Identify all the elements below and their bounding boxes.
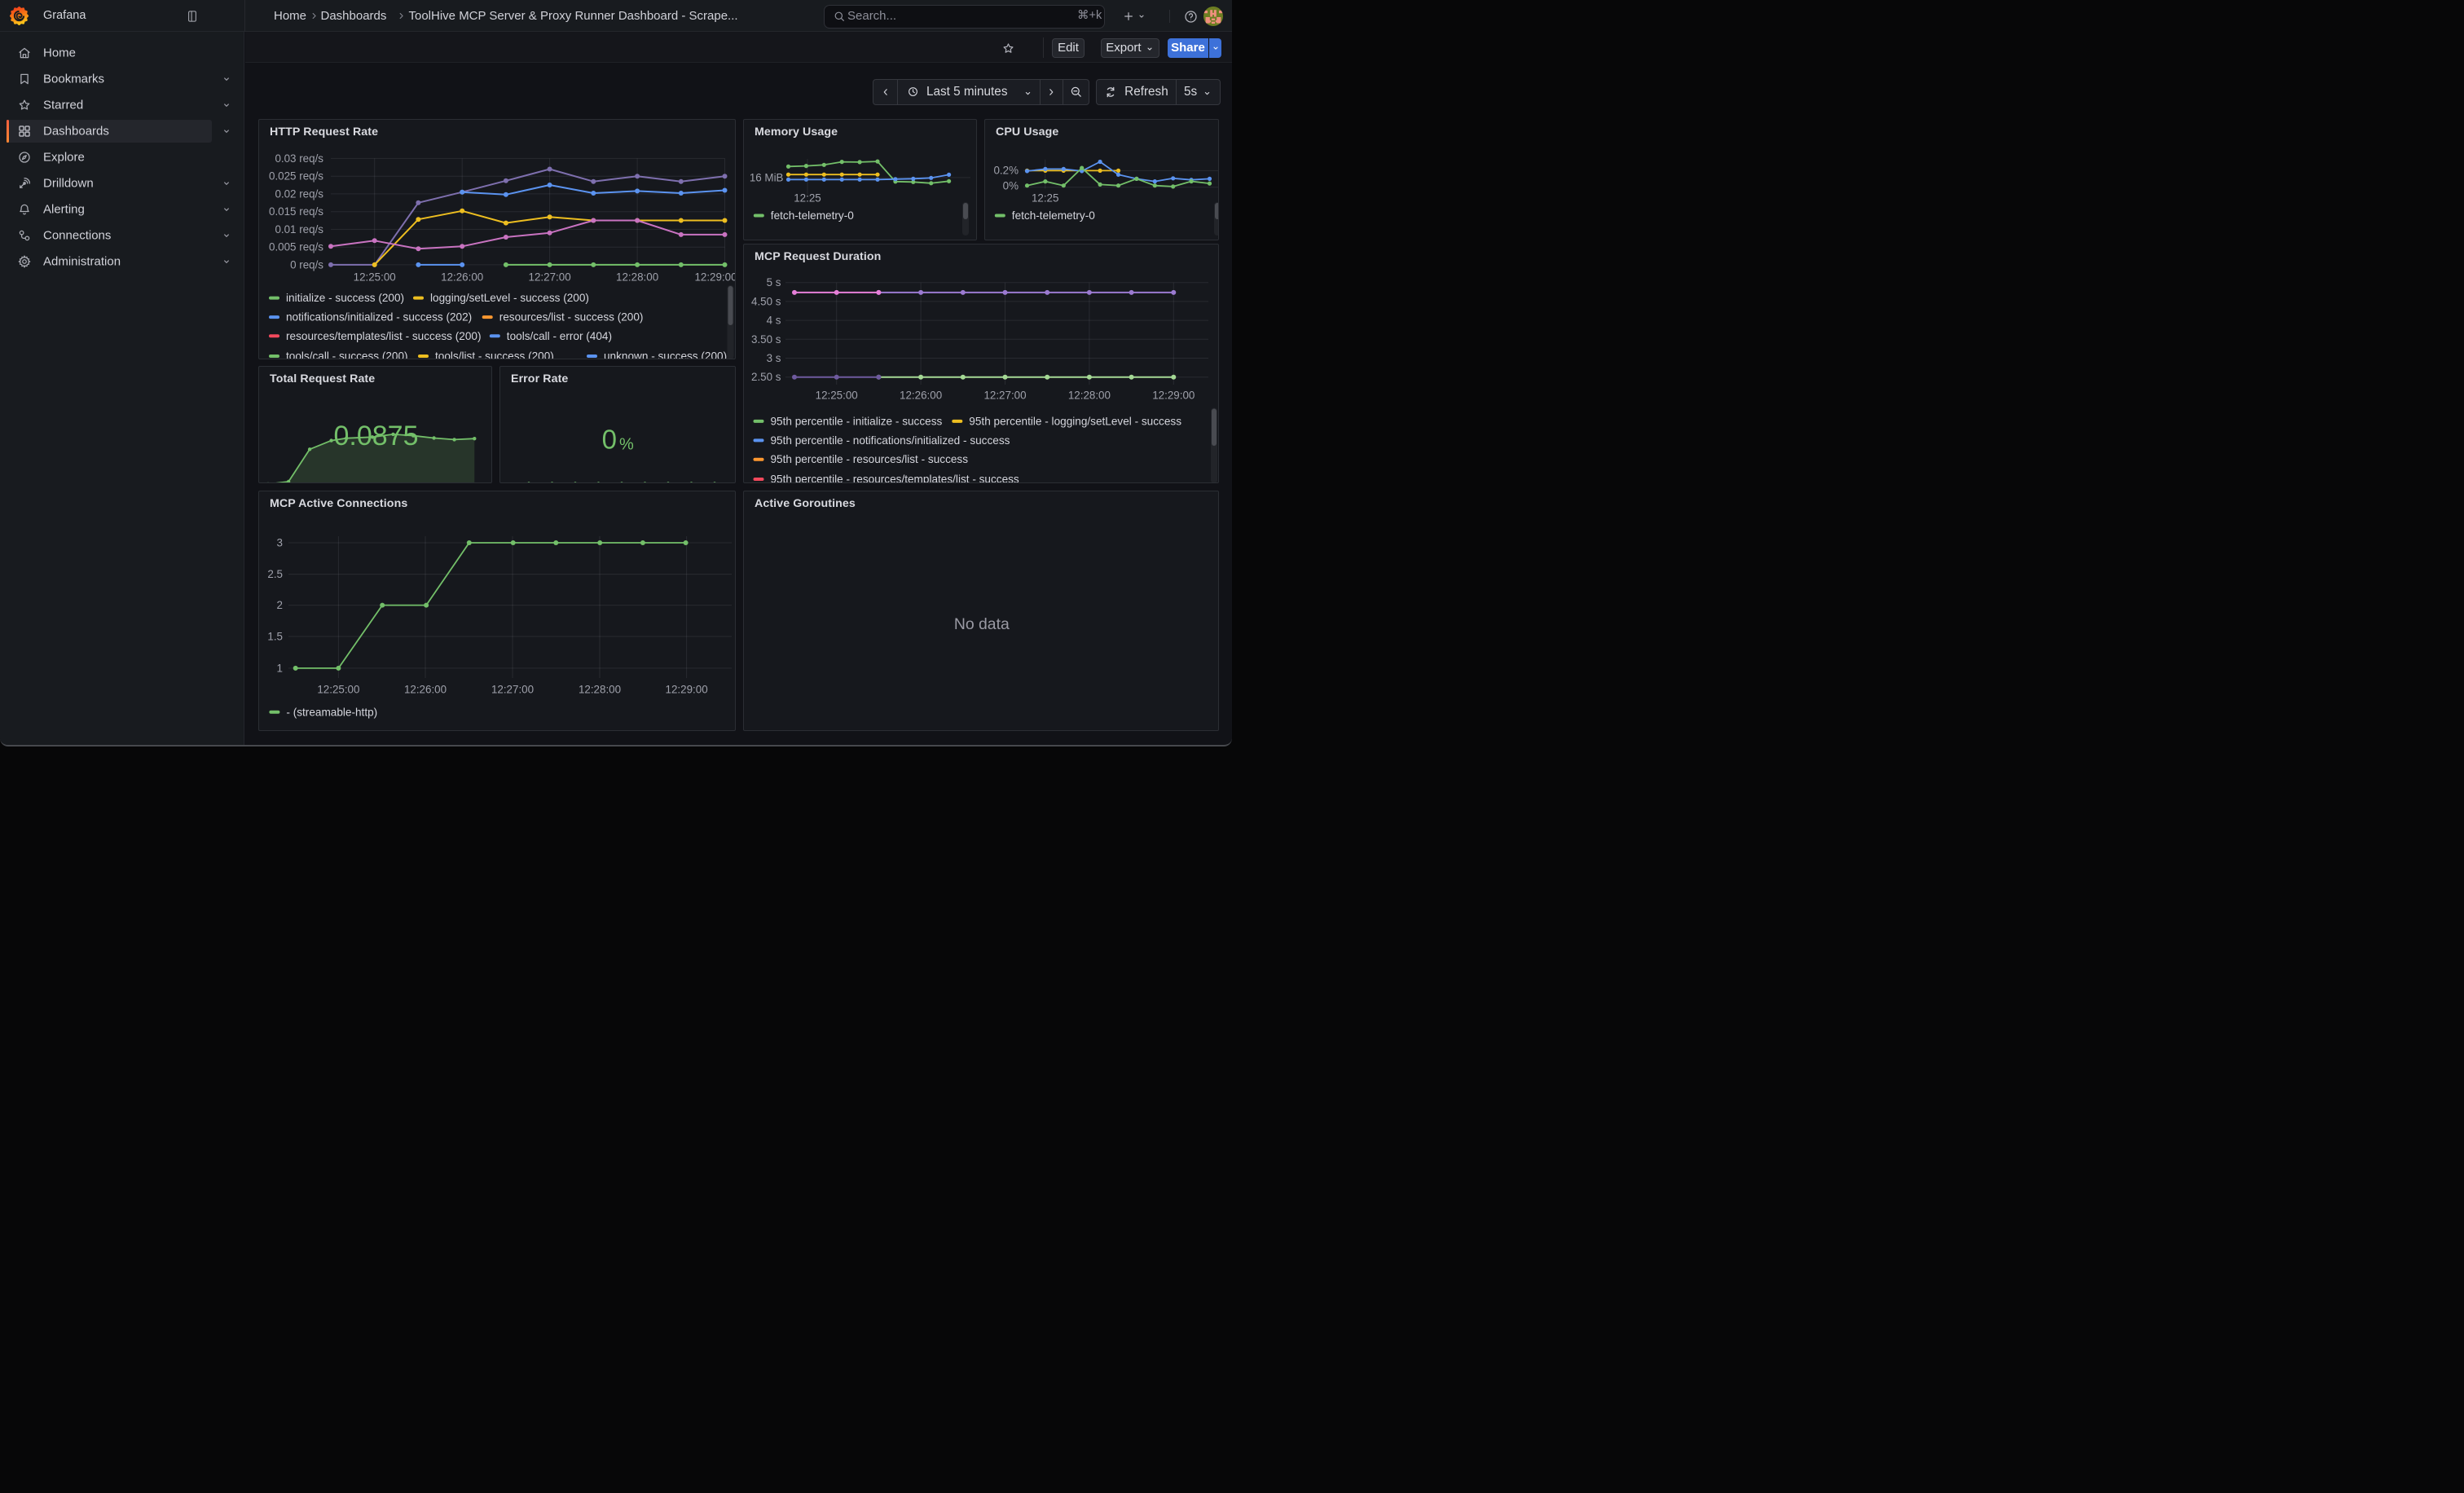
svg-text:No data: No data xyxy=(954,615,1010,633)
svg-text:unknown - success (200): unknown - success (200) xyxy=(604,350,727,359)
svg-text:resources/list - success (200): resources/list - success (200) xyxy=(499,310,644,323)
svg-text:3.50 s: 3.50 s xyxy=(751,333,781,345)
svg-text:1.5: 1.5 xyxy=(267,631,283,643)
svg-text:2: 2 xyxy=(277,599,283,611)
svg-text:95th percentile - initialize -: 95th percentile - initialize - success xyxy=(771,415,943,427)
svg-text:12:25:00: 12:25:00 xyxy=(354,271,396,283)
svg-text:12:29:00: 12:29:00 xyxy=(1152,389,1195,401)
svg-text:notifications/initialized - su: notifications/initialized - success (202… xyxy=(286,310,472,323)
svg-text:0.01 req/s: 0.01 req/s xyxy=(275,222,323,235)
svg-text:12:27:00: 12:27:00 xyxy=(529,271,571,283)
svg-text:0 req/s: 0 req/s xyxy=(290,258,323,271)
svg-text:fetch-telemetry-0: fetch-telemetry-0 xyxy=(1012,209,1095,222)
svg-text:logging/setLevel - success (20: logging/setLevel - success (200) xyxy=(430,292,589,304)
svg-text:0.005 req/s: 0.005 req/s xyxy=(269,240,323,253)
svg-text:fetch-telemetry-0: fetch-telemetry-0 xyxy=(771,209,854,222)
svg-text:95th percentile - resources/li: 95th percentile - resources/list - succe… xyxy=(771,453,969,465)
svg-text:12:27:00: 12:27:00 xyxy=(983,389,1026,401)
svg-text:12:25: 12:25 xyxy=(1032,192,1059,204)
svg-text:12:27:00: 12:27:00 xyxy=(491,684,534,696)
svg-text:0.03 req/s: 0.03 req/s xyxy=(275,152,323,164)
svg-text:0.025 req/s: 0.025 req/s xyxy=(269,170,323,182)
svg-text:0.2%: 0.2% xyxy=(993,164,1019,176)
svg-text:2.50 s: 2.50 s xyxy=(751,371,781,383)
svg-text:16 MiB: 16 MiB xyxy=(750,171,784,183)
svg-text:tools/call - success (200): tools/call - success (200) xyxy=(286,350,408,359)
svg-text:95th percentile - resources/te: 95th percentile - resources/templates/li… xyxy=(771,473,1019,483)
svg-text:4 s: 4 s xyxy=(767,314,781,326)
svg-text:3: 3 xyxy=(277,537,283,549)
svg-text:12:28:00: 12:28:00 xyxy=(579,684,621,696)
svg-text:0.0875: 0.0875 xyxy=(334,421,419,451)
svg-text:3 s: 3 s xyxy=(767,352,781,364)
svg-text:- (streamable-http): - (streamable-http) xyxy=(286,706,377,718)
svg-text:12:26:00: 12:26:00 xyxy=(900,389,942,401)
svg-text:4.50 s: 4.50 s xyxy=(751,295,781,307)
svg-text:%: % xyxy=(619,436,634,454)
svg-text:12:25: 12:25 xyxy=(794,192,821,204)
svg-text:tools/list - success (200): tools/list - success (200) xyxy=(435,350,554,359)
svg-text:12:29:00: 12:29:00 xyxy=(694,271,736,283)
svg-text:95th percentile - notification: 95th percentile - notifications/initiali… xyxy=(771,434,1010,446)
svg-text:12:28:00: 12:28:00 xyxy=(616,271,658,283)
svg-text:12:28:00: 12:28:00 xyxy=(1068,389,1111,401)
svg-text:0.02 req/s: 0.02 req/s xyxy=(275,187,323,200)
svg-text:resources/templates/list - suc: resources/templates/list - success (200) xyxy=(286,329,481,341)
svg-text:1: 1 xyxy=(277,662,283,674)
svg-text:12:26:00: 12:26:00 xyxy=(404,684,447,696)
svg-text:12:26:00: 12:26:00 xyxy=(441,271,483,283)
svg-text:0.015 req/s: 0.015 req/s xyxy=(269,205,323,218)
svg-text:12:25:00: 12:25:00 xyxy=(816,389,858,401)
svg-text:0%: 0% xyxy=(1003,179,1019,192)
svg-text:95th percentile - logging/setL: 95th percentile - logging/setLevel - suc… xyxy=(969,415,1181,427)
svg-text:tools/call - error (404): tools/call - error (404) xyxy=(507,329,612,341)
svg-text:0: 0 xyxy=(602,425,617,455)
svg-text:5 s: 5 s xyxy=(767,276,781,288)
svg-text:12:25:00: 12:25:00 xyxy=(317,684,359,696)
svg-text:12:29:00: 12:29:00 xyxy=(666,684,708,696)
svg-text:initialize - success (200): initialize - success (200) xyxy=(286,292,404,304)
svg-text:2.5: 2.5 xyxy=(267,568,283,580)
